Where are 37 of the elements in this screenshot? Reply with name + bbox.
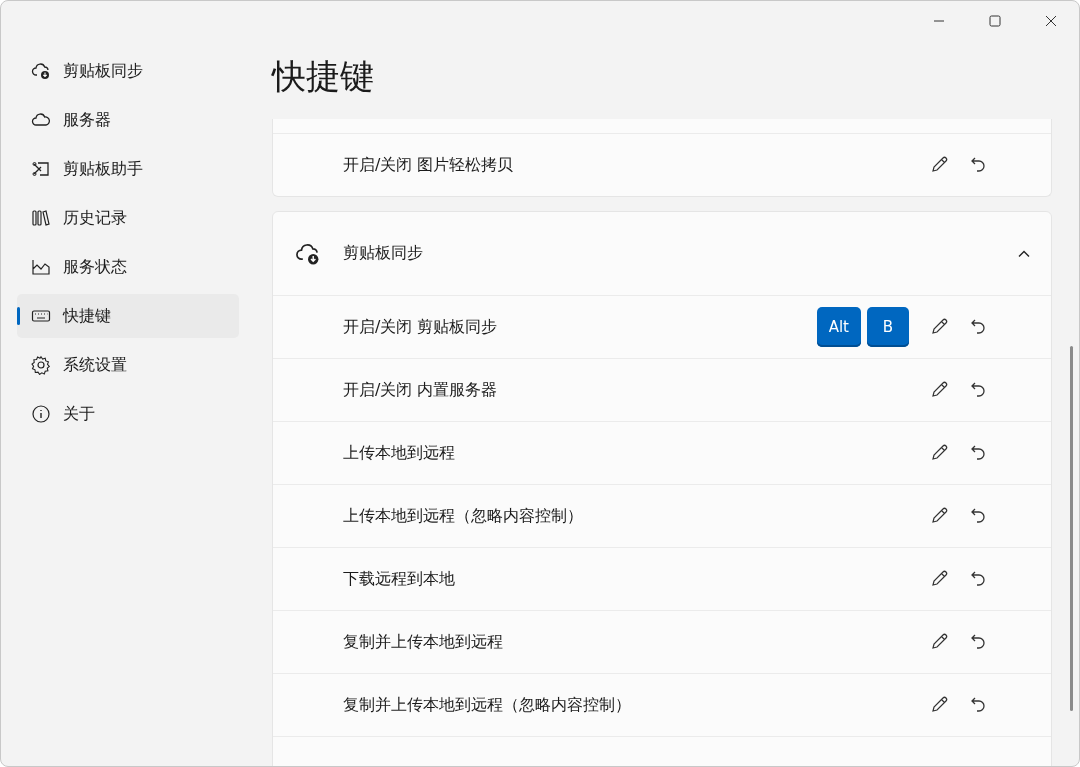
sidebar-item[interactable]: 系统设置 (17, 343, 239, 387)
shortcut-label: 上传本地到远程（忽略内容控制） (343, 505, 584, 527)
sidebar-item[interactable]: 历史记录 (17, 196, 239, 240)
edit-icon[interactable] (929, 569, 949, 589)
settings-icon (31, 355, 51, 375)
sidebar-item[interactable]: 快捷键 (17, 294, 239, 338)
shortcut-label: 下载远程到本地 (343, 568, 456, 590)
close-icon (1045, 15, 1057, 27)
sidebar-item[interactable]: 剪贴板助手 (17, 147, 239, 191)
shortcut-label: 上传本地到远程 (343, 442, 456, 464)
scissors-icon (31, 159, 51, 179)
edit-icon[interactable] (929, 317, 949, 337)
edit-icon[interactable] (929, 155, 949, 175)
shortcut-label: 开启/关闭 剪贴板同步 (343, 316, 499, 338)
section-title: 剪贴板同步 (343, 243, 424, 264)
key-chip: Alt (816, 307, 861, 347)
cloud-download-icon (31, 61, 51, 81)
maximize-icon (989, 15, 1001, 27)
chart-icon (31, 257, 51, 277)
sidebar-item[interactable]: 剪贴板同步 (17, 49, 239, 93)
edit-icon[interactable] (929, 443, 949, 463)
edit-icon[interactable] (929, 506, 949, 526)
edit-icon[interactable] (929, 632, 949, 652)
page-title: 快捷键 (270, 55, 375, 98)
scrollbar[interactable] (1070, 346, 1073, 711)
shortcut-label: 开启/关闭 图片轻松拷贝 (343, 154, 515, 176)
sidebar-item[interactable]: 服务器 (17, 98, 239, 142)
edit-icon[interactable] (929, 380, 949, 400)
books-icon (31, 208, 51, 228)
shortcut-label: 复制并上传本地到远程（忽略内容控制） (343, 694, 632, 716)
info-icon (31, 404, 51, 424)
key-chip: B (867, 307, 909, 347)
sidebar-item[interactable]: 服务状态 (17, 245, 239, 289)
sidebar-item[interactable]: 关于 (17, 392, 239, 436)
shortcut-label: 复制并上传本地到远程 (343, 631, 504, 653)
edit-icon[interactable] (929, 695, 949, 715)
shortcut-label: 开启/关闭 内置服务器 (343, 379, 499, 401)
